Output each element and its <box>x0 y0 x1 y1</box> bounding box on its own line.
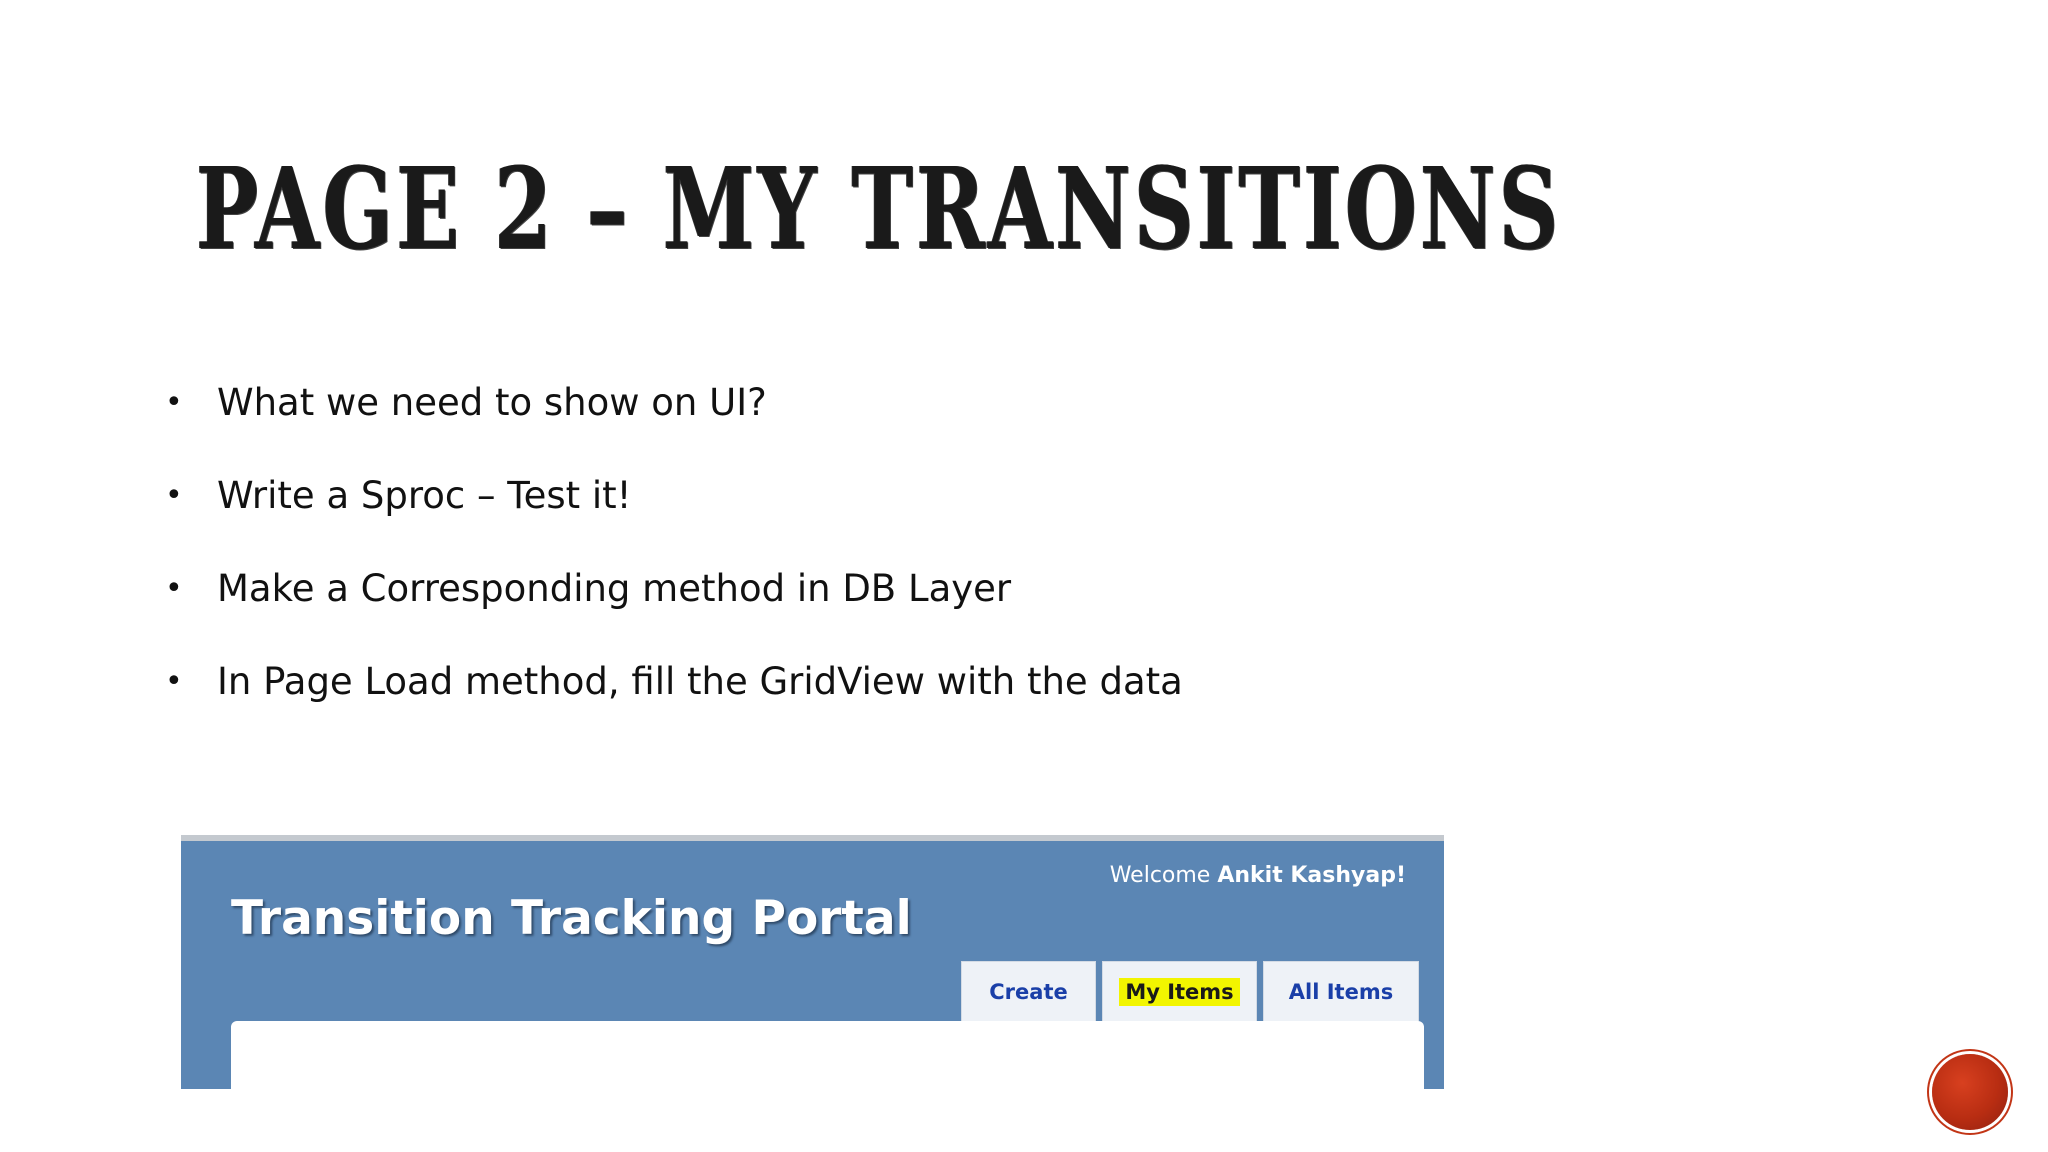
tab-my-items[interactable]: My Items <box>1102 961 1257 1021</box>
welcome-user-name: Ankit Kashyap! <box>1217 863 1406 888</box>
bullet-item: • Make a Corresponding method in DB Laye… <box>165 554 1183 647</box>
portal-screenshot: Transition Tracking Portal Welcome Ankit… <box>181 835 1444 1089</box>
bullet-icon: • <box>165 385 183 420</box>
bullet-text: Write a Sproc – Test it! <box>217 474 632 517</box>
portal-tab-bar: Create My Items All Items <box>961 961 1419 1021</box>
slide-title: Page 2 – My Transitions <box>196 144 1562 275</box>
bullet-text: What we need to show on UI? <box>217 381 767 424</box>
portal-title: Transition Tracking Portal <box>231 891 912 946</box>
tab-create-label: Create <box>989 979 1068 1004</box>
bullet-item: • Write a Sproc – Test it! <box>165 461 1183 554</box>
tab-all-items[interactable]: All Items <box>1263 961 1419 1021</box>
slide-nav-circle-icon[interactable] <box>1932 1054 2008 1130</box>
tab-create[interactable]: Create <box>961 961 1096 1021</box>
tab-my-items-label: My Items <box>1119 977 1240 1006</box>
welcome-message: Welcome Ankit Kashyap! <box>1110 863 1406 888</box>
welcome-prefix: Welcome <box>1109 863 1211 888</box>
bullet-list: • What we need to show on UI? • Write a … <box>165 368 1183 740</box>
bullet-icon: • <box>165 478 183 513</box>
portal-content-area <box>231 1021 1424 1089</box>
bullet-item: • In Page Load method, fill the GridView… <box>165 647 1183 740</box>
bullet-text: In Page Load method, fill the GridView w… <box>217 660 1183 703</box>
slide: Page 2 – My Transitions • What we need t… <box>0 0 2048 1152</box>
bullet-text: Make a Corresponding method in DB Layer <box>217 567 1012 610</box>
bullet-icon: • <box>165 571 183 606</box>
bullet-item: • What we need to show on UI? <box>165 368 1183 461</box>
tab-all-items-label: All Items <box>1288 979 1394 1004</box>
bullet-icon: • <box>165 664 183 699</box>
